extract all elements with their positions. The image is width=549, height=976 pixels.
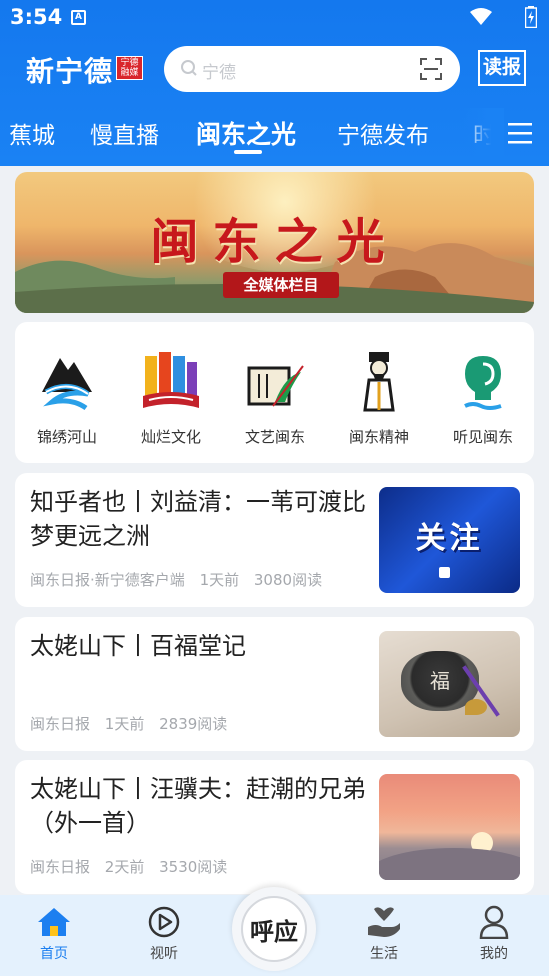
leaf-image [465, 699, 487, 715]
app-header: 3:54 A 新宁德 宁德融媒 宁德 读报 蕉城 慢直播 闽东之光 宁德发布 [0, 0, 549, 166]
center-hu-ying-icon: 呼应 [241, 896, 307, 962]
nav-life[interactable]: 生活 [344, 903, 424, 963]
category-label: 锦绣河山 [36, 428, 97, 446]
thumbnail-caption: 福 [430, 669, 450, 693]
article-time: 1天前 [104, 715, 145, 733]
app-logo: 新宁德 [26, 55, 114, 88]
search-icon [181, 60, 197, 76]
beach-sand [379, 848, 520, 880]
article-meta: 闽东日报·新宁德客户端 1天前 3080阅读 [30, 569, 332, 590]
center-hu-ying-button[interactable]: 呼应 [232, 887, 316, 971]
nav-label: 我的 [480, 946, 508, 962]
channel-tabs: 蕉城 慢直播 闽东之光 宁德发布 时 [0, 108, 549, 160]
feature-banner[interactable]: 闽东之光 全媒体栏目 [15, 172, 534, 313]
top-bar: 新宁德 宁德融媒 宁德 读报 [0, 44, 549, 94]
status-time: 3:54 [10, 5, 63, 29]
user-icon [479, 905, 509, 939]
active-tab-indicator [234, 150, 262, 154]
article-title: 太姥山下丨汪骥夫：赶潮的兄弟（外一首） [30, 775, 366, 837]
category-item[interactable]: 文艺闽东 [223, 346, 327, 447]
article-meta: 闽东日报 2天前 3530阅读 [30, 856, 237, 877]
article-meta: 闽东日报 1天前 2839阅读 [30, 713, 237, 734]
category-card: 锦绣河山 灿烂文化 文艺闽东 闽东精神 听见闽东 [15, 322, 534, 463]
read-newspaper-button[interactable]: 读报 [478, 50, 526, 86]
thumbnail-badge [439, 567, 450, 578]
category-label: 闽东精神 [348, 428, 409, 446]
search-placeholder: 宁德 [202, 63, 236, 83]
tab-jiaocheng[interactable]: 蕉城 [9, 116, 55, 150]
category-item[interactable]: 闽东精神 [327, 346, 431, 447]
mountain-river-icon [42, 358, 92, 411]
article-reads: 3530阅读 [159, 858, 228, 876]
article-title: 太姥山下丨百福堂记 [30, 632, 246, 660]
hand-heart-icon [368, 907, 400, 937]
banner-title: 闽东之光 [150, 214, 399, 270]
article-thumbnail [379, 774, 520, 880]
article-card[interactable]: 知乎者也丨刘益清：一苇可渡比梦更远之洲 闽东日报·新宁德客户端 1天前 3080… [15, 473, 534, 607]
article-title: 知乎者也丨刘益清：一苇可渡比梦更远之洲 [30, 488, 366, 550]
nav-home[interactable]: 首页 [14, 903, 94, 963]
wifi-icon [470, 8, 492, 25]
ear-wave-icon [464, 356, 502, 410]
category-label: 灿烂文化 [140, 428, 201, 446]
tab-fade [462, 108, 504, 160]
nav-label: 首页 [40, 946, 68, 962]
bottom-nav: 首页 视听 呼应 生活 我的 [0, 887, 549, 976]
tab-slow-live[interactable]: 慢直播 [90, 116, 159, 150]
logo-seal: 宁德融媒 [116, 56, 143, 80]
menu-icon[interactable] [508, 122, 532, 144]
category-item[interactable]: 锦绣河山 [15, 346, 119, 447]
article-thumbnail: 福 [379, 631, 520, 737]
category-label: 听见闽东 [452, 428, 513, 446]
article-thumbnail: 关注 [379, 487, 520, 593]
category-item[interactable]: 听见闽东 [431, 346, 535, 447]
notification-icon: A [71, 10, 86, 25]
article-time: 1天前 [199, 571, 240, 589]
search-bar[interactable]: 宁德 [164, 46, 460, 92]
article-reads: 2839阅读 [159, 715, 228, 733]
nav-mine[interactable]: 我的 [454, 903, 534, 963]
article-card[interactable]: 太姥山下丨百福堂记 闽东日报 1天前 2839阅读 福 [15, 617, 534, 751]
art-scroll-icon [247, 365, 304, 407]
article-card[interactable]: 太姥山下丨汪骥夫：赶潮的兄弟（外一首） 闽东日报 2天前 3530阅读 [15, 760, 534, 894]
category-item[interactable]: 灿烂文化 [119, 346, 223, 447]
tab-mindong-light[interactable]: 闽东之光 [196, 115, 296, 151]
nav-label: 视听 [150, 946, 178, 962]
nav-media[interactable]: 视听 [124, 903, 204, 963]
article-reads: 3080阅读 [253, 571, 323, 589]
article-source: 闽东日报·新宁德客户端 [30, 571, 185, 589]
culture-book-icon [143, 352, 199, 408]
status-bar: 3:54 A [0, 0, 549, 36]
banner-tag: 全媒体栏目 [223, 272, 339, 298]
nav-label: 生活 [370, 946, 398, 962]
play-circle-icon [148, 906, 180, 938]
home-icon [38, 908, 70, 936]
scan-icon[interactable] [420, 58, 442, 80]
category-label: 文艺闽东 [244, 428, 305, 446]
battery-icon [525, 6, 537, 28]
article-time: 2天前 [104, 858, 145, 876]
article-source: 闽东日报 [30, 858, 91, 876]
scholar-figure-icon [363, 352, 395, 412]
article-source: 闽东日报 [30, 715, 91, 733]
tab-ningde-release[interactable]: 宁德发布 [337, 116, 429, 150]
thumbnail-caption: 关注 [415, 521, 484, 556]
